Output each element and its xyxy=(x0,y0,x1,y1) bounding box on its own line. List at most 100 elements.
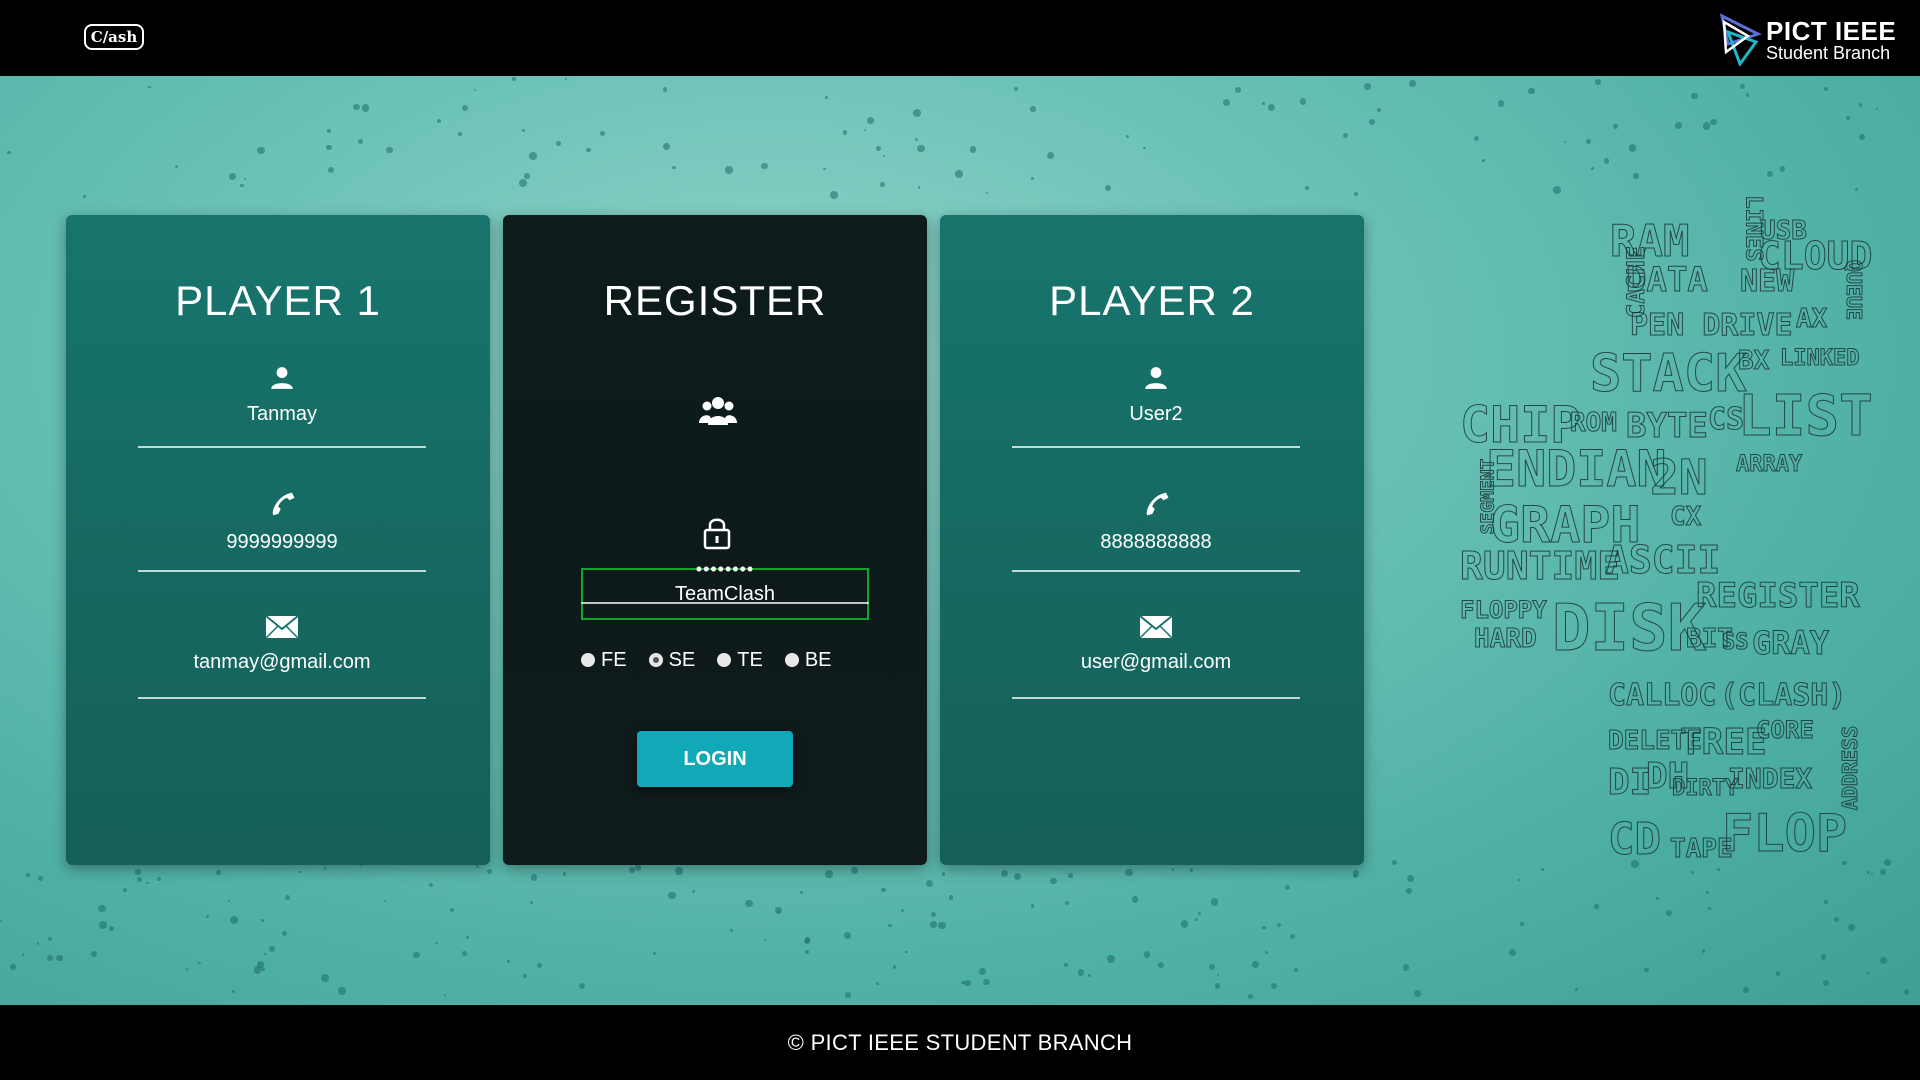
background-speck xyxy=(1284,884,1291,891)
background-speck xyxy=(323,867,326,870)
cloud-word: HARD xyxy=(1474,624,1538,655)
background-speck xyxy=(1343,132,1349,139)
background-speck xyxy=(938,921,947,930)
login-button[interactable]: LOGIN xyxy=(637,731,793,787)
background-speck xyxy=(1077,969,1085,976)
background-speck xyxy=(964,979,971,986)
background-speck xyxy=(1252,961,1260,968)
background-speck xyxy=(1691,871,1695,875)
background-speck xyxy=(1482,158,1486,162)
radio-se[interactable]: SE xyxy=(648,645,696,675)
background-speck xyxy=(1710,118,1717,126)
background-speck xyxy=(1675,121,1682,129)
background-speck xyxy=(1407,874,1414,882)
cloud-word: FLOPPY xyxy=(1460,596,1548,625)
radio-se-label: SE xyxy=(668,648,696,671)
year-radio-group: FE SE TE BE xyxy=(581,645,881,675)
background-speck xyxy=(930,912,936,918)
background-speck xyxy=(556,141,562,147)
word-cloud: RAM LINES USB CLOUD CACHE DATA NEW QUEUE PEN DRI… xyxy=(1459,195,1873,866)
cloud-word: ROM xyxy=(1570,408,1618,439)
background-speck xyxy=(675,867,683,875)
radio-be[interactable]: BE xyxy=(784,645,832,675)
background-speck xyxy=(1064,901,1069,906)
background-speck xyxy=(881,887,886,893)
background-speck xyxy=(1208,964,1215,971)
background-speck xyxy=(1740,84,1745,89)
background-speck xyxy=(1824,87,1829,92)
background-speck xyxy=(1391,860,1397,866)
radio-te-dot[interactable] xyxy=(717,653,732,667)
player2-name-value: User2 xyxy=(1129,403,1183,425)
player1-name-field[interactable]: Tanmay xyxy=(138,365,426,448)
background-speck xyxy=(512,76,517,81)
background-speck xyxy=(1595,79,1601,85)
background-speck xyxy=(1408,80,1416,88)
background-speck xyxy=(1376,108,1381,113)
pict-ieee-logo[interactable]: PICT IEEE Student Branch xyxy=(1718,12,1908,66)
clash-logo[interactable]: C/ash xyxy=(84,24,144,50)
background-speck xyxy=(244,178,247,181)
background-speck xyxy=(586,147,591,153)
background-speck xyxy=(1822,979,1829,986)
background-speck xyxy=(1294,967,1299,972)
cloud-word: ADDRESS xyxy=(1838,725,1863,811)
cloud-word: SS xyxy=(1722,630,1749,656)
envelope-icon xyxy=(1139,615,1173,639)
background-speck xyxy=(1143,951,1150,958)
cloud-word: DATA xyxy=(1626,260,1709,301)
background-speck xyxy=(1001,870,1009,878)
background-speck xyxy=(216,870,221,875)
radio-se-dot[interactable] xyxy=(648,653,663,667)
background-speck xyxy=(850,866,859,875)
background-speck xyxy=(1705,890,1709,895)
background-speck xyxy=(1068,873,1073,878)
cloud-word: DI xyxy=(1607,762,1652,804)
background-speck xyxy=(530,900,534,904)
cloud-word: CX xyxy=(1669,502,1702,533)
player2-phone-field[interactable]: 8888888888 xyxy=(1012,489,1300,572)
background-speck xyxy=(863,128,867,132)
player1-phone-field[interactable]: 9999999999 xyxy=(138,489,426,572)
background-speck xyxy=(261,967,265,971)
background-speck xyxy=(1267,103,1275,111)
radio-fe[interactable]: FE xyxy=(581,645,627,675)
background-speck xyxy=(99,921,108,930)
background-speck xyxy=(842,130,848,135)
background-speck xyxy=(47,937,52,942)
background-speck xyxy=(983,979,990,986)
background-speck xyxy=(1820,954,1827,960)
background-speck xyxy=(231,989,235,993)
register-title: REGISTER xyxy=(603,277,827,324)
background-speck xyxy=(985,191,988,194)
player1-email-value: tanmay@gmail.com xyxy=(193,651,371,673)
player1-title: PLAYER 1 xyxy=(175,277,381,324)
background-speck xyxy=(668,892,676,900)
player2-name-field[interactable]: User2 xyxy=(1012,365,1300,448)
background-speck xyxy=(1364,83,1372,91)
background-speck xyxy=(1030,106,1036,112)
cloud-word: RUNTIME xyxy=(1459,544,1621,589)
background-speck xyxy=(1644,967,1649,973)
group-icon xyxy=(699,397,737,425)
background-speck xyxy=(876,146,881,152)
radio-be-dot[interactable] xyxy=(784,653,799,667)
background-speck xyxy=(629,866,636,873)
background-speck xyxy=(775,907,783,915)
background-speck xyxy=(1406,888,1413,894)
background-speck xyxy=(361,104,370,112)
background-speck xyxy=(465,935,470,939)
player2-phone-value: 8888888888 xyxy=(1100,531,1212,553)
background-speck xyxy=(25,873,30,878)
background-speck xyxy=(353,103,360,111)
player1-email-field[interactable]: tanmay@gmail.com xyxy=(138,615,426,699)
radio-fe-dot[interactable] xyxy=(581,653,595,667)
background-speck xyxy=(1402,964,1410,971)
password-input[interactable]: •••••••• xyxy=(581,559,869,580)
player2-email-value: user@gmail.com xyxy=(1080,651,1232,673)
player2-email-field[interactable]: user@gmail.com xyxy=(1012,615,1300,699)
background-speck xyxy=(1290,934,1296,940)
radio-te[interactable]: TE xyxy=(717,645,763,675)
background-speck xyxy=(1143,146,1146,150)
background-speck xyxy=(435,941,438,945)
